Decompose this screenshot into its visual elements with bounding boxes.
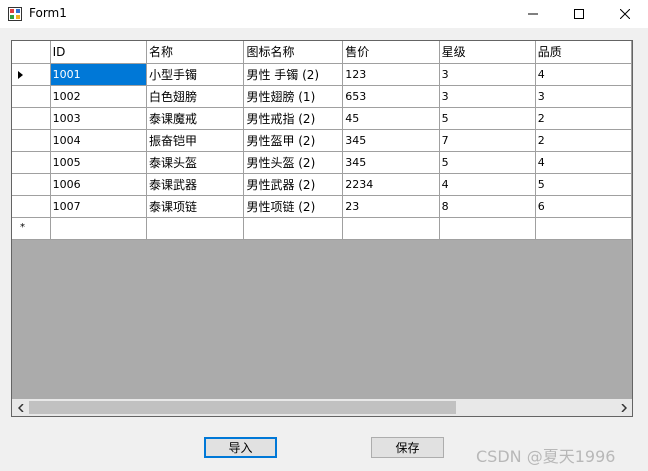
cell-id[interactable]: 1003 — [49, 106, 147, 130]
row-header[interactable] — [12, 150, 51, 174]
cell-quality[interactable]: 4 — [534, 150, 632, 174]
cell-price[interactable]: 2234 — [342, 172, 440, 196]
save-button[interactable]: 保存 — [371, 437, 444, 458]
table-row[interactable]: 1005 泰课头盔 男性头盔 (2) 345 5 4 — [12, 150, 632, 174]
cell-id[interactable]: 1002 — [49, 84, 147, 108]
cell-star[interactable]: 3 — [438, 62, 536, 86]
cell-price[interactable]: 653 — [342, 84, 440, 108]
title-bar: Form1 — [0, 0, 648, 28]
cell-quality[interactable]: 6 — [534, 194, 632, 218]
cell-icon-name[interactable]: 男性头盔 (2) — [243, 150, 344, 174]
column-header-icon-name[interactable]: 图标名称 — [243, 41, 344, 64]
close-button[interactable] — [602, 0, 648, 28]
cell-name[interactable]: 泰课头盔 — [145, 150, 245, 174]
column-header-id[interactable]: ID — [49, 41, 147, 64]
row-header[interactable] — [12, 172, 51, 196]
cell-price[interactable]: 345 — [342, 150, 440, 174]
cell-icon-name[interactable]: 男性戒指 (2) — [243, 106, 344, 130]
window-title: Form1 — [29, 6, 67, 20]
table-row[interactable]: 1004 振奋铠甲 男性盔甲 (2) 345 7 2 — [12, 128, 632, 152]
cell-quality[interactable]: 5 — [534, 172, 632, 196]
data-grid[interactable]: ID 名称 图标名称 售价 星级 品质 1001 小型手镯 男性 手镯 (2) … — [11, 40, 633, 417]
cell-id[interactable]: 1007 — [49, 194, 147, 218]
column-header-name[interactable]: 名称 — [145, 41, 245, 64]
maximize-button[interactable] — [556, 0, 602, 28]
cell-icon-name[interactable]: 男性 手镯 (2) — [243, 62, 344, 86]
table-row[interactable]: 1006 泰课武器 男性武器 (2) 2234 4 5 — [12, 172, 632, 196]
header-row: ID 名称 图标名称 售价 星级 品质 — [12, 41, 632, 64]
cell-id[interactable]: 1004 — [49, 128, 147, 152]
grid-table: ID 名称 图标名称 售价 星级 品质 1001 小型手镯 男性 手镯 (2) … — [12, 41, 632, 240]
cell-price[interactable]: 23 — [342, 194, 440, 218]
table-row[interactable]: 1007 泰课项链 男性项链 (2) 23 8 6 — [12, 194, 632, 218]
corner-header[interactable] — [12, 41, 51, 64]
cell-star[interactable]: 7 — [438, 128, 536, 152]
scrollbar-thumb[interactable] — [29, 401, 456, 414]
cell-id[interactable]: 1005 — [49, 150, 147, 174]
table-row[interactable]: 1001 小型手镯 男性 手镯 (2) 123 3 4 — [12, 62, 632, 86]
row-header[interactable] — [12, 84, 51, 108]
current-row-arrow-icon — [18, 70, 23, 79]
table-row[interactable]: 1002 白色翅膀 男性翅膀 (1) 653 3 3 — [12, 84, 632, 108]
new-cell-id[interactable] — [49, 216, 147, 240]
cell-star[interactable]: 4 — [438, 172, 536, 196]
new-cell-icon-name[interactable] — [243, 216, 344, 240]
cell-name[interactable]: 小型手镯 — [145, 62, 245, 86]
cell-price[interactable]: 123 — [342, 62, 440, 86]
close-icon — [620, 9, 630, 19]
cell-id[interactable]: 1006 — [49, 172, 147, 196]
cell-quality[interactable]: 2 — [534, 106, 632, 130]
scroll-left-button[interactable] — [12, 399, 29, 416]
cell-name[interactable]: 振奋铠甲 — [145, 128, 245, 152]
row-header[interactable] — [12, 106, 51, 130]
cell-quality[interactable]: 4 — [534, 62, 632, 86]
cell-icon-name[interactable]: 男性盔甲 (2) — [243, 128, 344, 152]
cell-icon-name[interactable]: 男性武器 (2) — [243, 172, 344, 196]
new-cell-quality[interactable] — [534, 216, 632, 240]
scroll-right-button[interactable] — [615, 399, 632, 416]
cell-star[interactable]: 3 — [438, 84, 536, 108]
row-header[interactable] — [12, 62, 51, 86]
new-cell-star[interactable] — [438, 216, 536, 240]
horizontal-scrollbar[interactable] — [12, 399, 632, 416]
cell-icon-name[interactable]: 男性项链 (2) — [243, 194, 344, 218]
column-header-quality[interactable]: 品质 — [534, 41, 632, 64]
chevron-right-icon — [620, 403, 627, 412]
cell-quality[interactable]: 3 — [534, 84, 632, 108]
cell-star[interactable]: 5 — [438, 150, 536, 174]
cell-quality[interactable]: 2 — [534, 128, 632, 152]
cell-star[interactable]: 8 — [438, 194, 536, 218]
app-icon — [8, 7, 22, 21]
cell-name[interactable]: 泰课魔戒 — [145, 106, 245, 130]
column-header-price[interactable]: 售价 — [342, 41, 440, 64]
cell-star[interactable]: 5 — [438, 106, 536, 130]
new-cell-name[interactable] — [145, 216, 245, 240]
maximize-icon — [574, 9, 584, 19]
minimize-button[interactable] — [510, 0, 556, 28]
row-header[interactable]: * — [12, 216, 51, 240]
cell-name[interactable]: 白色翅膀 — [145, 84, 245, 108]
cell-id[interactable]: 1001 — [49, 62, 147, 86]
new-cell-price[interactable] — [342, 216, 440, 240]
cell-price[interactable]: 45 — [342, 106, 440, 130]
import-button[interactable]: 导入 — [204, 437, 277, 458]
watermark: CSDN @夏天1996 — [476, 447, 616, 466]
new-row-marker: * — [20, 221, 25, 233]
row-header[interactable] — [12, 128, 51, 152]
chevron-left-icon — [17, 403, 24, 412]
column-header-star[interactable]: 星级 — [438, 41, 536, 64]
cell-icon-name[interactable]: 男性翅膀 (1) — [243, 84, 344, 108]
cell-price[interactable]: 345 — [342, 128, 440, 152]
cell-name[interactable]: 泰课武器 — [145, 172, 245, 196]
cell-name[interactable]: 泰课项链 — [145, 194, 245, 218]
new-row[interactable]: * — [12, 216, 632, 240]
minimize-icon — [528, 13, 538, 15]
row-header[interactable] — [12, 194, 51, 218]
table-row[interactable]: 1003 泰课魔戒 男性戒指 (2) 45 5 2 — [12, 106, 632, 130]
